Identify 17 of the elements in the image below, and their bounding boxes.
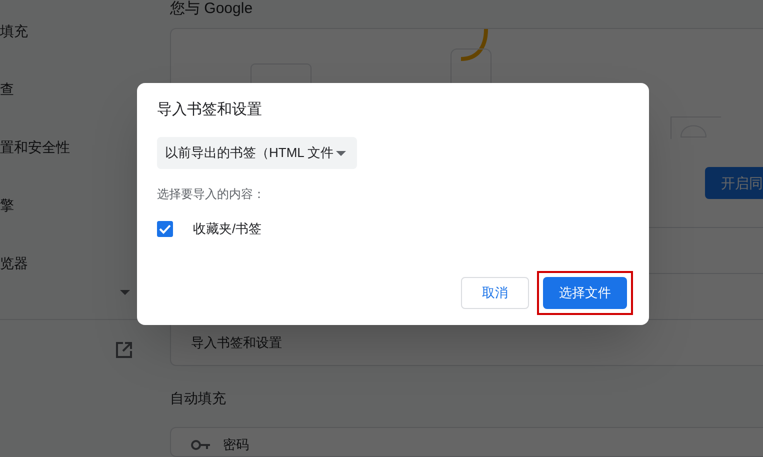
password-row-label[interactable]: 密码 [223,440,249,450]
key-icon [191,440,211,450]
sidebar-item[interactable]: 填充 [0,22,155,40]
cancel-button[interactable]: 取消 [461,277,529,309]
choose-file-button[interactable]: 选择文件 [543,277,627,309]
sync-button[interactable]: 开启同 [705,167,763,199]
import-row-label[interactable]: 导入书签和设置 [191,332,282,352]
prompt-text: 选择要导入的内容： [157,186,266,203]
checkbox[interactable] [157,220,173,237]
dropdown-arrow-icon [336,150,346,156]
section-title: 自动填充 [170,389,227,408]
section-title: 您与 Google [170,0,254,18]
external-link-icon[interactable] [116,342,132,358]
dropdown-arrow-icon[interactable] [120,290,130,295]
dialog-title: 导入书签和设置 [157,100,263,120]
checkbox-label: 收藏夹/书签 [193,220,262,238]
source-dropdown[interactable]: 以前导出的书签（HTML 文件 [157,137,357,169]
